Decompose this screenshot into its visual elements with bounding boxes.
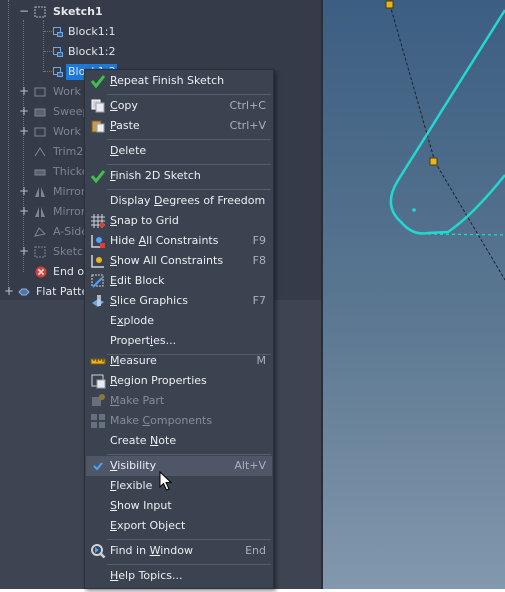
- expand-icon[interactable]: +: [19, 245, 29, 257]
- tree-item-label: Mirror: [53, 185, 86, 198]
- expand-icon[interactable]: +: [19, 185, 29, 197]
- thicken-icon: [34, 169, 46, 176]
- show-constraints-icon: [91, 255, 104, 268]
- flat-pattern-icon: [18, 288, 30, 296]
- menu-edit-block[interactable]: Edit Block: [86, 271, 272, 291]
- menu-delete[interactable]: Delete: [86, 141, 272, 161]
- mouse-cursor-icon: [159, 471, 172, 491]
- menu-create-note[interactable]: Create Note: [86, 431, 272, 451]
- checkmark-icon: [93, 462, 103, 471]
- menu-finish-2d-sketch[interactable]: Finish 2D Sketch: [86, 166, 272, 186]
- checkmark-icon: [90, 75, 106, 89]
- hide-constraints-icon: [91, 235, 105, 248]
- work-plane-icon: [34, 87, 46, 97]
- menu-slice-graphics[interactable]: Slice Graphics F7: [86, 291, 272, 311]
- make-part-icon: [92, 394, 105, 406]
- menu-help-topics[interactable]: Help Topics...: [86, 566, 272, 586]
- tree-item-label: A-Side: [53, 225, 89, 238]
- menu-visibility[interactable]: Visibility Alt+V: [86, 456, 272, 476]
- find-in-window-icon: [91, 544, 106, 559]
- work-plane-icon: [34, 127, 46, 137]
- tree-item-label: Trim2: [53, 145, 84, 158]
- mirror-icon: [35, 207, 45, 217]
- tree-item-sketch1[interactable]: − Sketch1: [0, 2, 322, 22]
- mirror-icon: [35, 187, 45, 197]
- expand-icon[interactable]: +: [19, 205, 29, 217]
- tree-item-label: Block1:1: [68, 25, 116, 38]
- paste-icon: [91, 120, 105, 133]
- menu-snap-to-grid[interactable]: Snap to Grid: [86, 211, 272, 231]
- menu-flexible[interactable]: Flexible: [86, 476, 272, 496]
- expand-icon[interactable]: +: [4, 285, 14, 297]
- menu-display-degrees-of-freedom[interactable]: Display Degrees of Freedom: [86, 191, 272, 211]
- block-icon: [53, 67, 63, 77]
- sketch-geometry: [385, 0, 505, 281]
- menu-find-in-window[interactable]: Find in Window End: [86, 541, 272, 561]
- tree-item-label: Sketch1: [53, 5, 103, 18]
- menu-copy[interactable]: Copy Ctrl+C: [86, 96, 272, 116]
- menu-make-components[interactable]: Make Components: [86, 411, 272, 431]
- region-properties-icon: [91, 374, 106, 389]
- menu-export-object[interactable]: Export Object: [86, 516, 272, 536]
- snap-grid-icon: [91, 214, 105, 228]
- trim-icon: [34, 147, 46, 157]
- menu-repeat-finish-sketch[interactable]: Repeat Finish Sketch: [86, 71, 272, 91]
- tree-item-block1-1[interactable]: Block1:1: [0, 22, 322, 42]
- menu-measure[interactable]: Measure M: [86, 351, 272, 371]
- menu-explode[interactable]: Explode: [86, 311, 272, 331]
- graphics-viewport[interactable]: [323, 0, 505, 589]
- menu-region-properties[interactable]: Region Properties: [86, 371, 272, 391]
- make-components-icon: [91, 414, 105, 428]
- collapse-icon[interactable]: −: [19, 5, 29, 17]
- menu-paste[interactable]: Paste Ctrl+V: [86, 116, 272, 136]
- error-icon: [35, 266, 47, 278]
- copy-icon: [91, 99, 105, 113]
- menu-hide-all-constraints[interactable]: Hide All Constraints F9: [86, 231, 272, 251]
- menu-show-input[interactable]: Show Input: [86, 496, 272, 516]
- measure-icon: [90, 358, 106, 365]
- tree-item-label: Block1:2: [68, 45, 116, 58]
- sweep-icon: [34, 108, 46, 117]
- expand-icon[interactable]: +: [19, 125, 29, 137]
- expand-icon[interactable]: +: [19, 85, 29, 97]
- block-icon: [53, 47, 63, 57]
- sketch-icon: [34, 246, 46, 258]
- edit-block-icon: [91, 274, 104, 288]
- sketch-icon: [34, 6, 46, 18]
- block-icon: [53, 27, 63, 37]
- tree-item-block1-2[interactable]: Block1:2: [0, 42, 322, 62]
- a-side-icon: [34, 227, 46, 237]
- menu-show-all-constraints[interactable]: Show All Constraints F8: [86, 251, 272, 271]
- menu-make-part[interactable]: Make Part: [86, 391, 272, 411]
- menu-properties[interactable]: Properties...: [86, 331, 272, 351]
- slice-graphics-icon: [92, 295, 104, 307]
- expand-icon[interactable]: +: [19, 105, 29, 117]
- checkmark-icon: [90, 170, 106, 184]
- context-menu: Repeat Finish Sketch Copy Ctrl+C Paste C…: [84, 69, 274, 589]
